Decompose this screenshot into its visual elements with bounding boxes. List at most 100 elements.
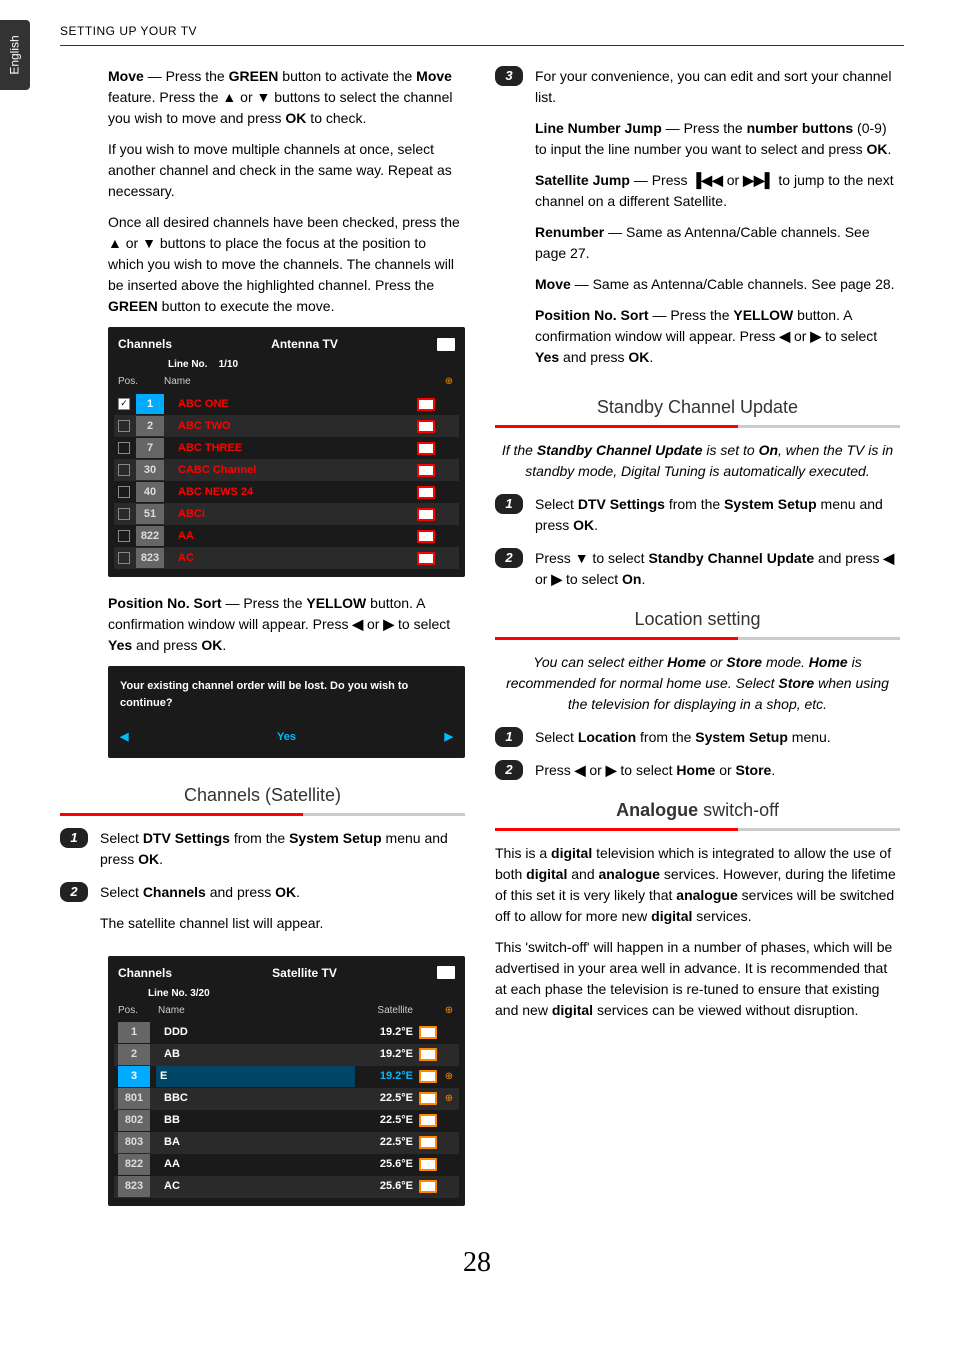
page-header: SETTING UP YOUR TV (60, 20, 904, 46)
tv-icon (417, 398, 435, 411)
move-para-3: Once all desired channels have been chec… (108, 212, 465, 317)
standby-intro: If the Standby Channel Update is set to … (495, 440, 900, 482)
table-row: 823 AC 25.6°E (114, 1176, 459, 1198)
section-location: Location setting (495, 602, 900, 640)
osd2-rows: 1DDD19.2°E2AB19.2°E3E19.2°E⊕801BBC22.5°E… (114, 1022, 459, 1198)
left-icon: ◀ (575, 762, 586, 778)
left-icon: ◀ (352, 616, 363, 632)
sat-cell: 19.2°E (361, 1068, 413, 1085)
right-icon: ▶ (383, 616, 394, 632)
pos-cell: 30 (136, 460, 164, 481)
osd-header-row: Pos. Name ⊕ (114, 374, 459, 393)
table-row: 823 AC (114, 547, 459, 569)
tv-icon (417, 508, 435, 521)
confirm-yes: Yes (277, 729, 296, 746)
pos-cell: 801 (118, 1088, 150, 1109)
tv-icon (417, 552, 435, 565)
analogue-p2: This 'switch-off' will happen in a numbe… (495, 937, 900, 1021)
table-row: 822AA25.6°E (114, 1154, 459, 1176)
checkbox-icon (118, 486, 130, 498)
table-row: 30CABC Channel (114, 459, 459, 481)
move-para-1: Move — Press the GREEN button to activat… (108, 66, 465, 129)
pos-cell: 823 (118, 1176, 150, 1197)
pos-cell: 1 (118, 1022, 150, 1043)
right-icon: ▶ (551, 571, 562, 587)
name-cell: ABCi (170, 506, 411, 523)
name-cell: BB (156, 1112, 355, 1129)
pos-cell: 803 (118, 1132, 150, 1153)
name-cell: DDD (156, 1024, 355, 1041)
osd-antenna-channels: Channels Antenna TV Line No. 1/10 Pos. N… (108, 327, 465, 577)
tv-icon (417, 530, 435, 543)
checkbox-icon (118, 464, 130, 476)
osd2-header-row: Pos. Name Satellite ⊕ (114, 1003, 459, 1022)
name-cell: ABC ONE (170, 396, 411, 413)
sat-step-1: 1 Select DTV Settings from the System Se… (60, 828, 465, 870)
tv-icon (437, 338, 455, 351)
prev-icon: ▐◀◀ (691, 172, 722, 188)
pos-cell: 2 (136, 416, 164, 437)
step-badge-1: 1 (495, 494, 523, 514)
step-badge-3: 3 (495, 66, 523, 86)
table-row: 3E19.2°E⊕ (114, 1066, 459, 1088)
up-icon: ▲ (108, 235, 122, 251)
osd2-title: Channels (118, 964, 172, 982)
step-badge-2: 2 (495, 760, 523, 780)
move-para-2: If you wish to move multiple channels at… (108, 139, 465, 202)
step-badge-2: 2 (60, 882, 88, 902)
left-icon: ◀ (779, 328, 790, 344)
pos-cell: 2 (118, 1044, 150, 1065)
tv-icon (419, 1158, 437, 1171)
checkbox-icon (118, 420, 130, 432)
location-step-2: 2 Press ◀ or ▶ to select Home or Store. (495, 760, 900, 781)
step-badge-1: 1 (60, 828, 88, 848)
table-row: 40ABC NEWS 24 (114, 481, 459, 503)
lock-icon: ⊕ (443, 1003, 455, 1018)
tv-icon (419, 1114, 437, 1127)
analogue-p1: This is a digital television which is in… (495, 843, 900, 927)
lock-icon: ⊕ (443, 1091, 455, 1106)
sat-cell: 25.6°E (361, 1178, 413, 1195)
name-cell: ABC TWO (170, 418, 411, 435)
osd-rows: ✓1ABC ONE2ABC TWO7ABC THREE30CABC Channe… (114, 393, 459, 569)
pos-cell: 822 (136, 526, 164, 547)
move-section: Move — Press the GREEN button to activat… (60, 66, 465, 317)
name-cell: AB (156, 1046, 355, 1063)
right-column: 3 For your convenience, you can edit and… (495, 66, 900, 1222)
pos-cell: 7 (136, 438, 164, 459)
table-row: 51ABCi (114, 503, 459, 525)
osd-title-row: Channels Antenna TV (114, 335, 459, 357)
page-number: 28 (50, 1242, 904, 1284)
sat-cell: 22.5°E (361, 1112, 413, 1129)
name-cell: AC (170, 550, 411, 567)
name-cell: AC (156, 1178, 355, 1195)
lock-icon: ⊕ (443, 1069, 455, 1084)
name-cell: E (156, 1066, 355, 1087)
name-cell: AA (156, 1156, 355, 1173)
section-channels-satellite: Channels (Satellite) (60, 778, 465, 816)
tv-icon (417, 420, 435, 433)
tv-icon (417, 486, 435, 499)
location-intro: You can select either Home or Store mode… (495, 652, 900, 715)
pos-cell: 1 (136, 394, 164, 415)
osd-title: Channels (118, 335, 172, 353)
table-row: 1DDD19.2°E (114, 1022, 459, 1044)
pos-sort-para: Position No. Sort — Press the YELLOW but… (60, 593, 465, 656)
osd-satellite-channels: Channels Satellite TV Line No. 3/20 Pos.… (108, 956, 465, 1206)
checkbox-icon (118, 530, 130, 542)
tv-icon (419, 1026, 437, 1039)
checkbox-icon (118, 552, 130, 564)
header-title: SETTING UP YOUR TV (60, 24, 197, 38)
osd2-line: Line No. 3/20 (114, 986, 459, 1003)
pos-cell: 802 (118, 1110, 150, 1131)
location-step-1: 1 Select Location from the System Setup … (495, 727, 900, 748)
language-tab: English (0, 20, 30, 90)
table-row: 822AA (114, 525, 459, 547)
sat-cell: 22.5°E (361, 1134, 413, 1151)
down-icon: ▼ (257, 89, 271, 105)
tv-icon (419, 1070, 437, 1083)
confirm-question: Your existing channel order will be lost… (120, 678, 453, 711)
step-badge-2: 2 (495, 548, 523, 568)
table-row: ✓1ABC ONE (114, 393, 459, 415)
pos-cell: 823 (136, 548, 164, 569)
